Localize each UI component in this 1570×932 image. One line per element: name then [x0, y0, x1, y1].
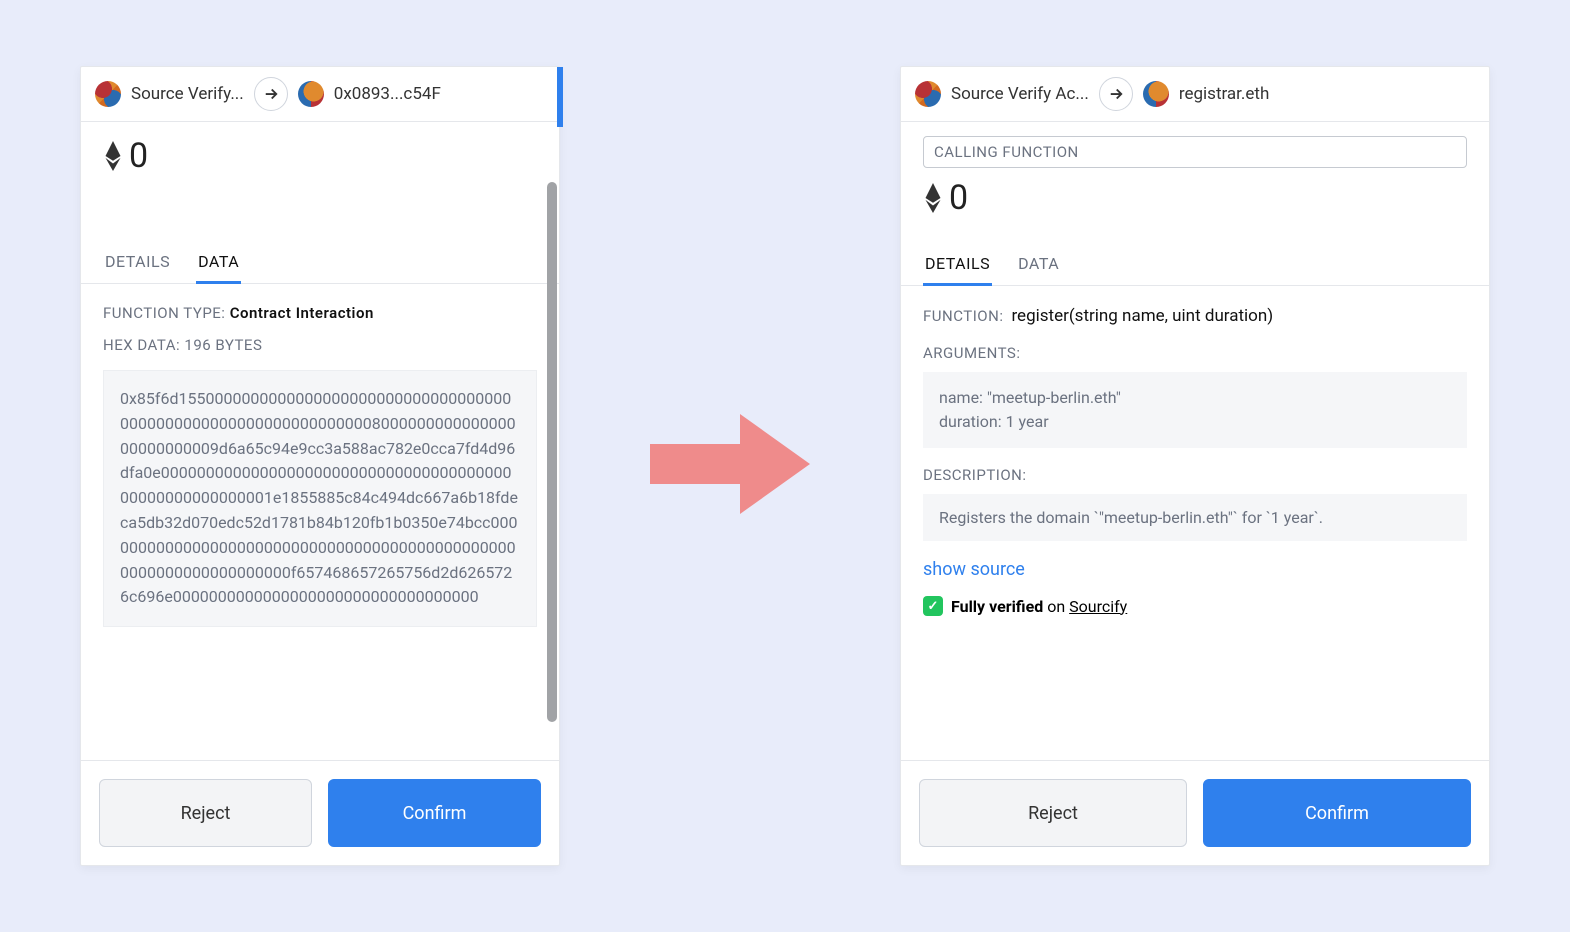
reject-button[interactable]: Reject [99, 779, 312, 847]
sourcify-link[interactable]: Sourcify [1069, 597, 1127, 616]
show-source-link[interactable]: show source [923, 559, 1025, 580]
target-label: registrar.eth [1179, 84, 1269, 104]
ethereum-icon [103, 141, 123, 171]
confirm-button[interactable]: Confirm [1203, 779, 1471, 847]
eth-amount-row: 0 [901, 172, 1489, 224]
checkmark-icon: ✓ [923, 596, 943, 616]
panel-header: Source Verify Ac... registrar.eth [901, 67, 1489, 122]
description-label: DESCRIPTION: [923, 466, 1467, 484]
verified-strong: Fully verified [951, 597, 1043, 616]
target-avatar-icon [1143, 81, 1169, 107]
function-type-row: FUNCTION TYPE: Contract Interaction [103, 304, 537, 322]
calling-function-chip: CALLING FUNCTION [923, 136, 1467, 168]
tab-data[interactable]: DATA [196, 242, 241, 284]
eth-amount-row: 0 [81, 122, 559, 182]
tab-data[interactable]: DATA [1016, 244, 1061, 285]
verified-text: Fully verified on Sourcify [951, 597, 1127, 616]
function-signature: register(string name, uint duration) [1011, 306, 1273, 326]
transaction-panel-left: Source Verify... 0x0893...c54F 0 DETAILS… [80, 66, 560, 866]
function-type-value: Contract Interaction [230, 304, 374, 322]
arguments-box: name: "meetup-berlin.eth" duration: 1 ye… [923, 372, 1467, 448]
tab-details[interactable]: DETAILS [923, 244, 992, 286]
ethereum-icon [923, 183, 943, 213]
target-label: 0x0893...c54F [334, 84, 441, 104]
source-avatar-icon [915, 81, 941, 107]
arrow-right-icon [254, 77, 288, 111]
hex-data-label: HEX DATA: 196 BYTES [103, 336, 537, 354]
function-type-label: FUNCTION TYPE: [103, 304, 225, 322]
transaction-panel-right: Source Verify Ac... registrar.eth CALLIN… [900, 66, 1490, 866]
verification-status: ✓ Fully verified on Sourcify [923, 596, 1467, 616]
source-label: Source Verify... [131, 84, 244, 104]
function-label: FUNCTION: [923, 307, 1003, 325]
confirm-button[interactable]: Confirm [328, 779, 541, 847]
tab-bar: DETAILS DATA [81, 242, 559, 284]
tab-bar: DETAILS DATA [901, 244, 1489, 286]
panel-footer: Reject Confirm [901, 760, 1489, 865]
eth-value: 0 [949, 178, 968, 218]
eth-value: 0 [129, 136, 148, 176]
data-tab-content: FUNCTION TYPE: Contract Interaction HEX … [81, 284, 559, 760]
scrollbar[interactable] [547, 182, 557, 722]
verified-mid: on [1043, 597, 1069, 616]
target-avatar-icon [298, 81, 324, 107]
blue-accent-bar [557, 67, 563, 127]
arrow-right-icon [1099, 77, 1133, 111]
hex-data-box: 0x85f6d155000000000000000000000000000000… [103, 370, 537, 627]
panel-header: Source Verify... 0x0893...c54F [81, 67, 559, 122]
details-tab-content: FUNCTION: register(string name, uint dur… [901, 286, 1489, 760]
panel-footer: Reject Confirm [81, 760, 559, 865]
arguments-label: ARGUMENTS: [923, 344, 1467, 362]
source-label: Source Verify Ac... [951, 84, 1089, 104]
reject-button[interactable]: Reject [919, 779, 1187, 847]
function-row: FUNCTION: register(string name, uint dur… [923, 306, 1467, 326]
transition-arrow-icon [650, 409, 810, 523]
tab-details[interactable]: DETAILS [103, 242, 172, 283]
description-box: Registers the domain `"meetup-berlin.eth… [923, 494, 1467, 541]
source-avatar-icon [95, 81, 121, 107]
